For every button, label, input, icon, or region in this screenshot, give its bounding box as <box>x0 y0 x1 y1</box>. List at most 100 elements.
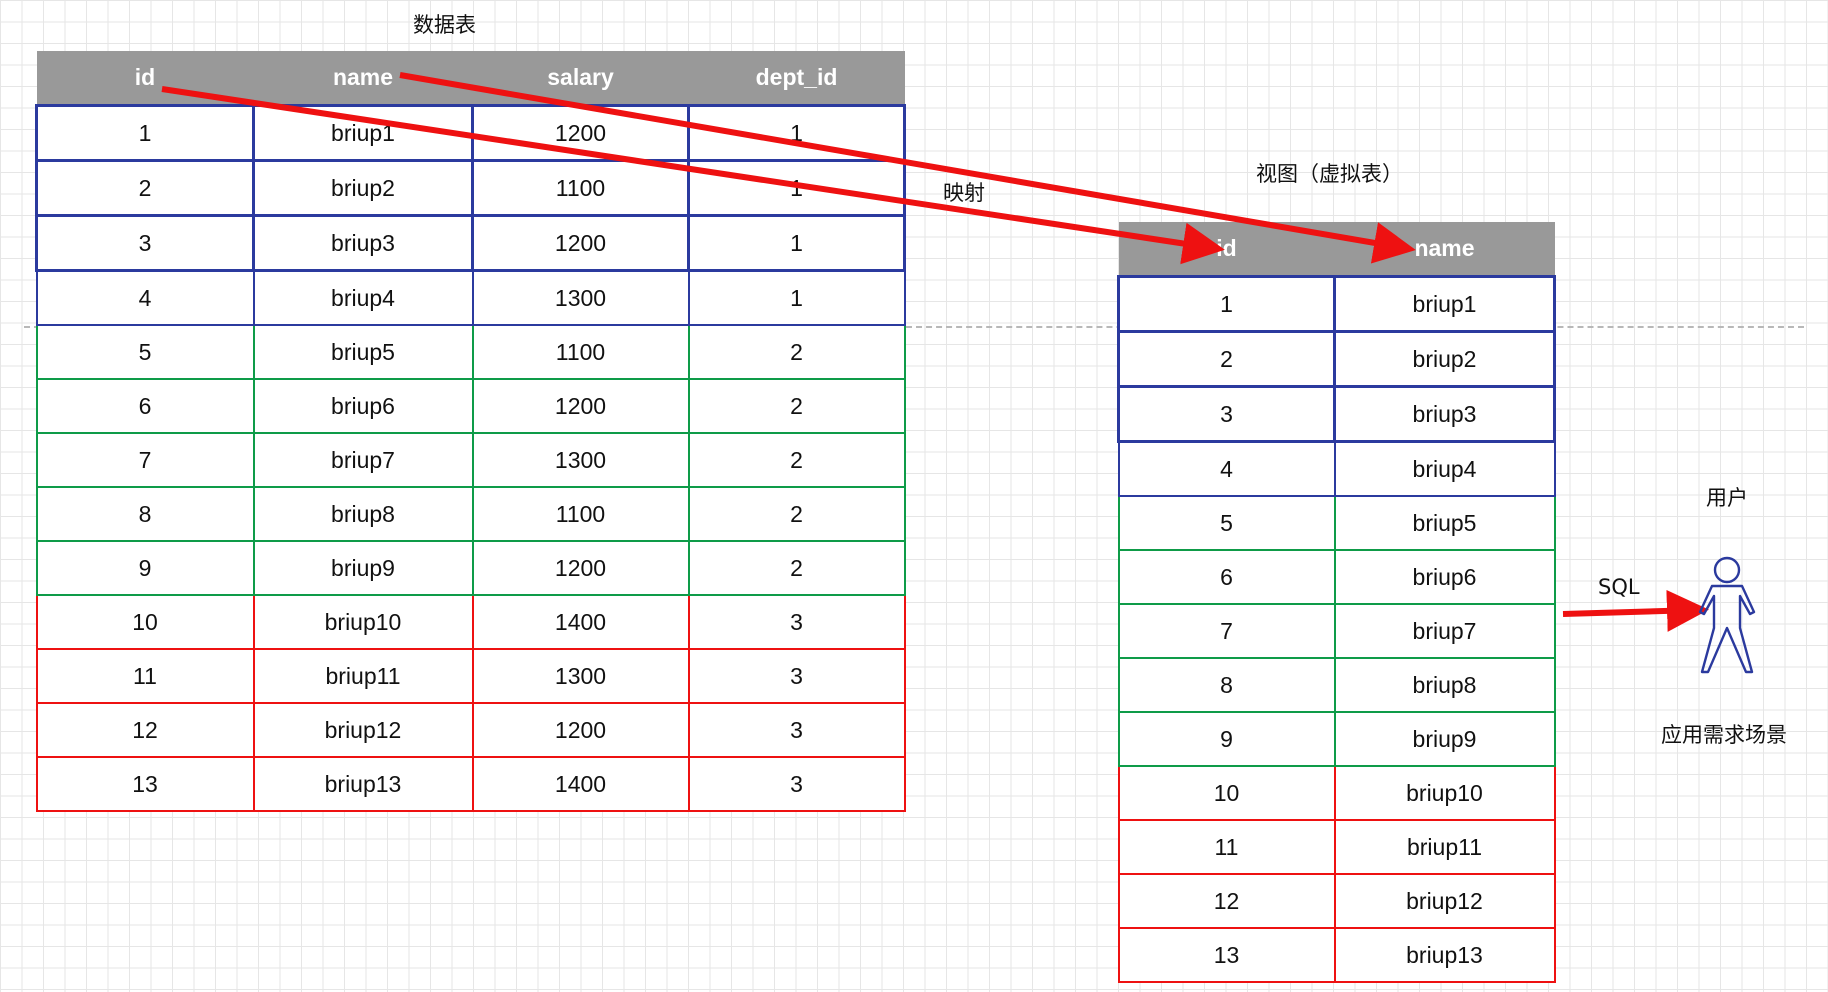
table-cell-id: 2 <box>35 159 255 217</box>
table-cell-name: briup7 <box>252 432 474 488</box>
table-row: 13 briup13 1400 3 <box>35 756 906 812</box>
column-header-name: name <box>1334 222 1555 277</box>
table-cell-name: briup1 <box>1333 275 1556 333</box>
table-cell-id: 9 <box>1117 711 1336 767</box>
table-cell-id: 13 <box>1117 927 1336 983</box>
table-cell-salary: 1400 <box>471 594 690 650</box>
table-cell-name: briup8 <box>1333 657 1556 713</box>
table-cell-id: 12 <box>1117 873 1336 929</box>
table-cell-id: 12 <box>35 702 255 758</box>
table-row: 11 briup11 <box>1117 819 1556 875</box>
table-row: 3 briup3 <box>1117 385 1556 443</box>
table-cell-name: briup6 <box>1333 549 1556 605</box>
table-cell-name: briup13 <box>252 756 474 812</box>
table-row: 12 briup12 1200 3 <box>35 702 906 758</box>
table-cell-name: briup1 <box>252 104 474 162</box>
column-header-salary: salary <box>472 51 689 106</box>
table-cell-name: briup13 <box>1333 927 1556 983</box>
table-row: 4 briup4 1300 1 <box>35 269 906 326</box>
column-header-id: id <box>36 51 254 106</box>
table-row: 10 briup10 1400 3 <box>35 594 906 650</box>
table-cell-name: briup11 <box>1333 819 1556 875</box>
table-cell-name: briup5 <box>252 324 474 380</box>
table-cell-id: 5 <box>1117 495 1336 551</box>
table-cell-id: 4 <box>35 269 255 326</box>
table-cell-id: 10 <box>1117 765 1336 821</box>
table-cell-name: briup7 <box>1333 603 1556 659</box>
table-row: 5 briup5 1100 2 <box>35 324 906 380</box>
table-row: 7 briup7 1300 2 <box>35 432 906 488</box>
table-cell-dept-id: 2 <box>687 378 906 434</box>
view-table-header-row: id name <box>1118 222 1555 277</box>
table-row: 12 briup12 <box>1117 873 1556 929</box>
table-cell-name: briup10 <box>1333 765 1556 821</box>
table-cell-name: briup12 <box>1333 873 1556 929</box>
table-cell-dept-id: 1 <box>687 269 906 326</box>
column-header-dept-id: dept_id <box>688 51 905 106</box>
table-cell-salary: 1200 <box>471 540 690 596</box>
table-cell-dept-id: 2 <box>687 540 906 596</box>
table-cell-salary: 1200 <box>471 702 690 758</box>
table-cell-id: 11 <box>1117 819 1336 875</box>
table-cell-id: 7 <box>35 432 255 488</box>
table-cell-name: briup12 <box>252 702 474 758</box>
table-row: 13 briup13 <box>1117 927 1556 983</box>
table-cell-id: 1 <box>1117 275 1336 333</box>
data-table: id name salary dept_id 1 briup1 1200 1 2 briup2 1… <box>35 51 906 812</box>
table-row: 9 briup9 <box>1117 711 1556 767</box>
data-table-title: 数据表 <box>413 13 476 37</box>
table-row: 2 briup2 1100 1 <box>35 159 906 217</box>
table-cell-name: briup3 <box>252 214 474 272</box>
user-label: 用户 <box>1706 486 1748 510</box>
sql-arrow <box>1562 589 1709 632</box>
table-row: 11 briup11 1300 3 <box>35 648 906 704</box>
table-cell-id: 3 <box>1117 385 1336 443</box>
table-cell-salary: 1200 <box>471 104 690 162</box>
column-header-name: name <box>253 51 473 106</box>
table-cell-name: briup11 <box>252 648 474 704</box>
table-row: 3 briup3 1200 1 <box>35 214 906 272</box>
table-cell-id: 4 <box>1117 440 1336 497</box>
table-cell-salary: 1400 <box>471 756 690 812</box>
table-cell-salary: 1200 <box>471 214 690 272</box>
table-cell-name: briup8 <box>252 486 474 542</box>
scenario-label: 应用需求场景 <box>1661 723 1787 747</box>
table-cell-dept-id: 3 <box>687 756 906 812</box>
table-row: 4 briup4 <box>1117 440 1556 497</box>
table-cell-salary: 1100 <box>471 324 690 380</box>
table-cell-dept-id: 3 <box>687 594 906 650</box>
table-cell-name: briup9 <box>252 540 474 596</box>
table-cell-dept-id: 2 <box>687 486 906 542</box>
table-row: 1 briup1 1200 1 <box>35 104 906 162</box>
table-row: 8 briup8 <box>1117 657 1556 713</box>
table-cell-dept-id: 1 <box>687 104 906 162</box>
table-row: 5 briup5 <box>1117 495 1556 551</box>
table-row: 10 briup10 <box>1117 765 1556 821</box>
table-cell-id: 5 <box>35 324 255 380</box>
table-cell-id: 13 <box>35 756 255 812</box>
table-cell-name: briup4 <box>252 269 474 326</box>
table-cell-name: briup3 <box>1333 385 1556 443</box>
table-row: 7 briup7 <box>1117 603 1556 659</box>
mapping-label: 映射 <box>943 181 985 205</box>
stick-figure-icon <box>1698 556 1756 674</box>
table-cell-name: briup4 <box>1333 440 1556 497</box>
column-header-id: id <box>1118 222 1335 277</box>
table-cell-id: 1 <box>35 104 255 162</box>
table-row: 2 briup2 <box>1117 330 1556 388</box>
table-cell-salary: 1100 <box>471 486 690 542</box>
table-cell-salary: 1200 <box>471 378 690 434</box>
view-table: id name 1 briup1 2 briup2 3 briup3 4 briup4 5 briu… <box>1117 222 1556 983</box>
table-cell-id: 7 <box>1117 603 1336 659</box>
data-table-header-row: id name salary dept_id <box>36 51 905 106</box>
view-table-body: 1 briup1 2 briup2 3 briup3 4 briup4 5 briup5 6 briu… <box>1117 275 1556 983</box>
data-table-body: 1 briup1 1200 1 2 briup2 1100 1 3 briup3 1200 1 4 bri… <box>35 104 906 812</box>
table-cell-salary: 1100 <box>471 159 690 217</box>
table-cell-id: 6 <box>35 378 255 434</box>
sql-label: SQL <box>1598 575 1640 599</box>
table-cell-id: 9 <box>35 540 255 596</box>
table-row: 6 briup6 1200 2 <box>35 378 906 434</box>
table-cell-name: briup9 <box>1333 711 1556 767</box>
table-cell-salary: 1300 <box>471 432 690 488</box>
table-cell-dept-id: 3 <box>687 702 906 758</box>
